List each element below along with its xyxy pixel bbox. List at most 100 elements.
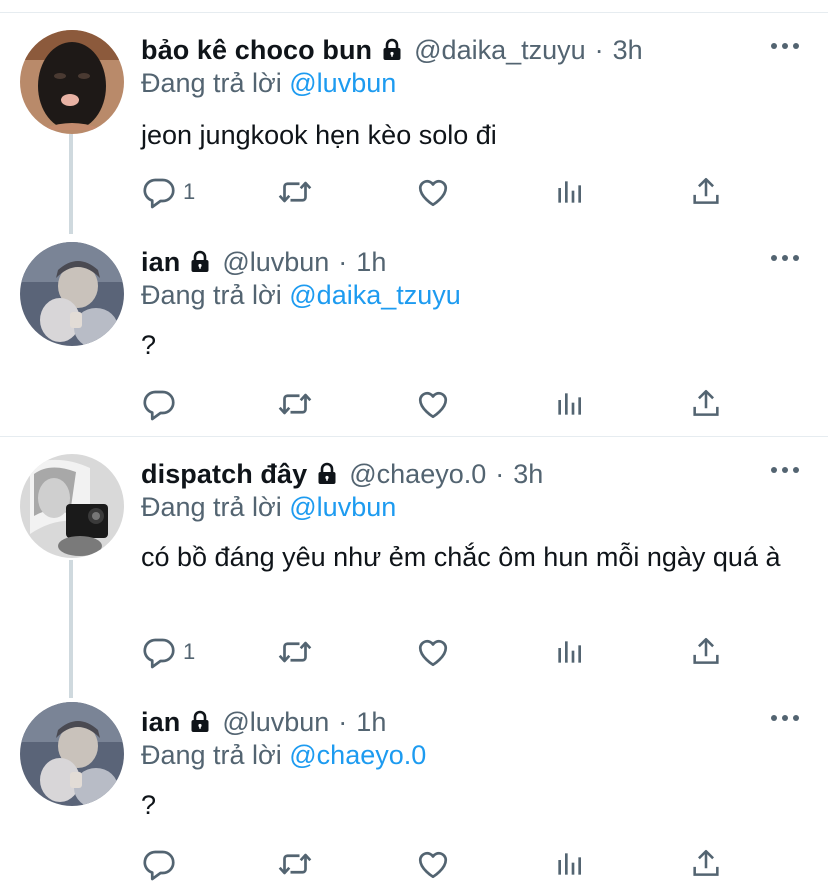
display-name[interactable]: ian	[141, 707, 180, 738]
like-button[interactable]	[415, 634, 451, 670]
heart-icon	[415, 174, 451, 210]
timestamp[interactable]: 3h	[613, 35, 643, 66]
avatar[interactable]	[20, 30, 124, 134]
retweet-icon	[277, 634, 313, 670]
like-button[interactable]	[415, 386, 451, 422]
thread-divider	[0, 436, 828, 437]
bw-phone-selfie-avatar	[20, 454, 124, 558]
reply-count: 1	[183, 639, 196, 664]
action-bar: 1	[141, 634, 741, 670]
like-button[interactable]	[415, 174, 451, 210]
separator: ·	[495, 458, 505, 489]
retweet-button[interactable]	[277, 846, 313, 882]
tweet-text: ?	[141, 330, 157, 360]
more-icon[interactable]	[770, 712, 800, 724]
retweet-button[interactable]	[277, 174, 313, 210]
more-icon[interactable]	[770, 464, 800, 476]
share-icon	[689, 174, 723, 210]
action-bar	[141, 846, 741, 882]
reply-icon	[141, 174, 177, 210]
heart-icon	[415, 386, 451, 422]
analytics-icon	[553, 634, 585, 670]
retweet-icon	[277, 846, 313, 882]
display-name[interactable]: bảo kê choco bun	[141, 35, 372, 66]
reply-icon	[141, 846, 177, 882]
avatar[interactable]	[20, 454, 124, 558]
reply-button[interactable]	[141, 846, 183, 882]
tweet-text: ?	[141, 790, 157, 820]
reply-context: Đang trả lời @daika_tzuyu	[141, 280, 461, 311]
lock-icon	[315, 461, 339, 487]
handle[interactable]: @luvbun	[222, 707, 329, 738]
lock-icon	[188, 249, 212, 275]
share-button[interactable]	[689, 634, 723, 670]
analytics-icon	[553, 386, 585, 422]
more-icon[interactable]	[770, 252, 800, 264]
avatar[interactable]	[20, 242, 124, 346]
reply-button[interactable]: 1	[141, 634, 195, 670]
tweet-header: bảo kê choco bun @daika_tzuyu · 3h	[141, 30, 643, 70]
share-icon	[689, 846, 723, 882]
reply-button[interactable]	[141, 386, 183, 422]
tweet[interactable]: dispatch đây @chaeyo.0 · 3h Đang trả lời…	[0, 454, 828, 686]
tweet-header: dispatch đây @chaeyo.0 · 3h	[141, 454, 543, 494]
share-icon	[689, 386, 723, 422]
action-bar	[141, 386, 741, 422]
more-icon[interactable]	[770, 40, 800, 52]
handle[interactable]: @daika_tzuyu	[414, 35, 586, 66]
handle[interactable]: @chaeyo.0	[349, 459, 486, 490]
timestamp[interactable]: 1h	[356, 707, 386, 738]
reply-icon	[141, 386, 177, 422]
tweet-header: ian @luvbun · 1h	[141, 242, 386, 282]
share-button[interactable]	[689, 386, 723, 422]
share-button[interactable]	[689, 846, 723, 882]
analytics-icon	[553, 846, 585, 882]
reply-context: Đang trả lời @chaeyo.0	[141, 740, 426, 771]
timestamp[interactable]: 1h	[356, 247, 386, 278]
dark-mask-avatar	[20, 30, 124, 134]
heart-icon	[415, 634, 451, 670]
tweet[interactable]: ian @luvbun · 1h Đang trả lời @chaeyo.0 …	[0, 702, 828, 894]
tweet[interactable]: bảo kê choco bun @daika_tzuyu · 3h Đang …	[0, 30, 828, 220]
display-name[interactable]: dispatch đây	[141, 459, 307, 490]
retweet-icon	[277, 386, 313, 422]
reply-count: 1	[183, 179, 196, 204]
tweet-header: ian @luvbun · 1h	[141, 702, 386, 742]
views-button[interactable]	[553, 846, 585, 882]
views-button[interactable]	[553, 634, 585, 670]
mention-link[interactable]: @daika_tzuyu	[289, 280, 461, 310]
reply-context: Đang trả lời @luvbun	[141, 68, 396, 99]
separator: ·	[338, 706, 348, 737]
retweet-button[interactable]	[277, 386, 313, 422]
tweet-text: có bồ đáng yêu như ẻm chắc ôm hun mỗi ng…	[141, 542, 781, 572]
tweet-text: jeon jungkook hẹn kèo solo đi	[141, 120, 497, 150]
reply-icon	[141, 634, 177, 670]
reply-prefix: Đang trả lời	[141, 740, 290, 770]
grey-selfie-avatar	[20, 702, 124, 806]
lock-icon	[188, 709, 212, 735]
heart-icon	[415, 846, 451, 882]
reply-prefix: Đang trả lời	[141, 492, 290, 522]
reply-button[interactable]: 1	[141, 174, 195, 210]
action-bar: 1	[141, 174, 741, 210]
tweet[interactable]: ian @luvbun · 1h Đang trả lời @daika_tzu…	[0, 242, 828, 432]
like-button[interactable]	[415, 846, 451, 882]
top-divider	[0, 12, 828, 13]
mention-link[interactable]: @luvbun	[289, 492, 396, 522]
display-name[interactable]: ian	[141, 247, 180, 278]
mention-link[interactable]: @chaeyo.0	[289, 740, 426, 770]
views-button[interactable]	[553, 174, 585, 210]
avatar[interactable]	[20, 702, 124, 806]
grey-selfie-avatar	[20, 242, 124, 346]
analytics-icon	[553, 174, 585, 210]
mention-link[interactable]: @luvbun	[289, 68, 396, 98]
timestamp[interactable]: 3h	[513, 459, 543, 490]
share-icon	[689, 634, 723, 670]
handle[interactable]: @luvbun	[222, 247, 329, 278]
lock-icon	[380, 37, 404, 63]
retweet-button[interactable]	[277, 634, 313, 670]
separator: ·	[594, 34, 604, 65]
reply-prefix: Đang trả lời	[141, 68, 290, 98]
share-button[interactable]	[689, 174, 723, 210]
views-button[interactable]	[553, 386, 585, 422]
